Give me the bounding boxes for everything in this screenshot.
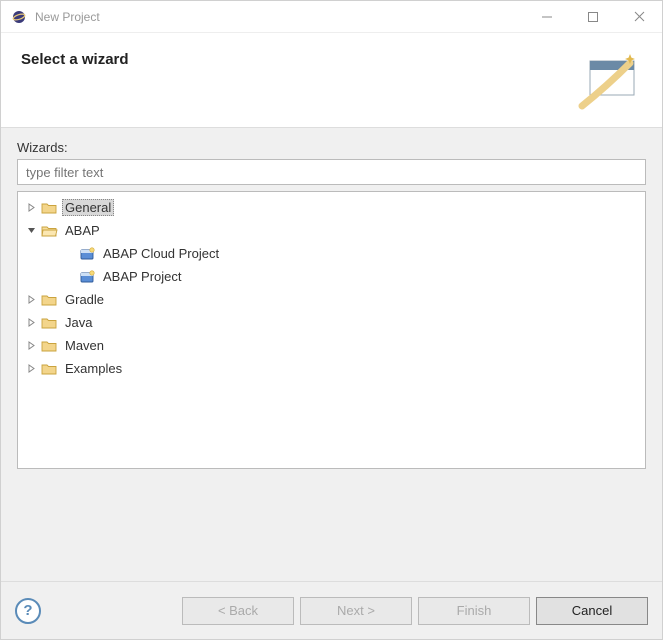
tree-item-label: Gradle bbox=[62, 291, 107, 308]
maximize-button[interactable] bbox=[570, 1, 616, 32]
tree-item[interactable]: ABAP bbox=[18, 219, 645, 242]
next-button[interactable]: Next > bbox=[300, 597, 412, 625]
tree-item-label: ABAP Project bbox=[100, 268, 185, 285]
wizard-tree[interactable]: General ABAP ABAP Cloud Project ABAP Pro… bbox=[17, 191, 646, 469]
folder-icon bbox=[40, 314, 58, 332]
wizards-label: Wizards: bbox=[17, 140, 646, 155]
tree-item-label: ABAP bbox=[62, 222, 103, 239]
chevron-right-icon[interactable] bbox=[24, 201, 38, 215]
tree-item-label: Java bbox=[62, 314, 95, 331]
tree-item[interactable]: ABAP Project bbox=[18, 265, 645, 288]
chevron-right-icon[interactable] bbox=[24, 339, 38, 353]
help-button[interactable]: ? bbox=[15, 598, 41, 624]
chevron-right-icon[interactable] bbox=[24, 293, 38, 307]
tree-item[interactable]: Examples bbox=[18, 357, 645, 380]
titlebar: New Project bbox=[1, 1, 662, 33]
tree-item-label: ABAP Cloud Project bbox=[100, 245, 222, 262]
tree-item[interactable]: ABAP Cloud Project bbox=[18, 242, 645, 265]
back-button[interactable]: < Back bbox=[182, 597, 294, 625]
folder-icon bbox=[40, 199, 58, 217]
eclipse-app-icon bbox=[11, 9, 27, 25]
page-title: Select a wizard bbox=[21, 51, 129, 68]
close-button[interactable] bbox=[616, 1, 662, 32]
project-icon bbox=[78, 268, 96, 286]
button-bar: < Back Next > Finish Cancel bbox=[182, 597, 648, 625]
tree-item[interactable]: Gradle bbox=[18, 288, 645, 311]
tree-item-label: Examples bbox=[62, 360, 125, 377]
project-icon bbox=[78, 245, 96, 263]
chevron-right-icon[interactable] bbox=[24, 362, 38, 376]
tree-item[interactable]: Maven bbox=[18, 334, 645, 357]
wizard-content: Wizards: General ABAP ABAP Cloud Project… bbox=[1, 128, 662, 581]
cancel-button[interactable]: Cancel bbox=[536, 597, 648, 625]
folder-icon bbox=[40, 337, 58, 355]
chevron-down-icon[interactable] bbox=[24, 224, 38, 238]
finish-button[interactable]: Finish bbox=[418, 597, 530, 625]
folder-icon bbox=[40, 360, 58, 378]
tree-item-label: General bbox=[62, 199, 114, 216]
wizard-footer: ? < Back Next > Finish Cancel bbox=[1, 581, 662, 639]
minimize-button[interactable] bbox=[524, 1, 570, 32]
folder-icon bbox=[40, 291, 58, 309]
filter-input[interactable] bbox=[17, 159, 646, 185]
tree-item[interactable]: Java bbox=[18, 311, 645, 334]
window-title: New Project bbox=[35, 10, 524, 24]
chevron-right-icon[interactable] bbox=[24, 316, 38, 330]
wizard-banner-graphic bbox=[572, 51, 642, 116]
folder-open-icon bbox=[40, 222, 58, 240]
tree-item[interactable]: General bbox=[18, 196, 645, 219]
tree-item-label: Maven bbox=[62, 337, 107, 354]
wizard-header: Select a wizard bbox=[1, 33, 662, 128]
window-controls bbox=[524, 1, 662, 32]
